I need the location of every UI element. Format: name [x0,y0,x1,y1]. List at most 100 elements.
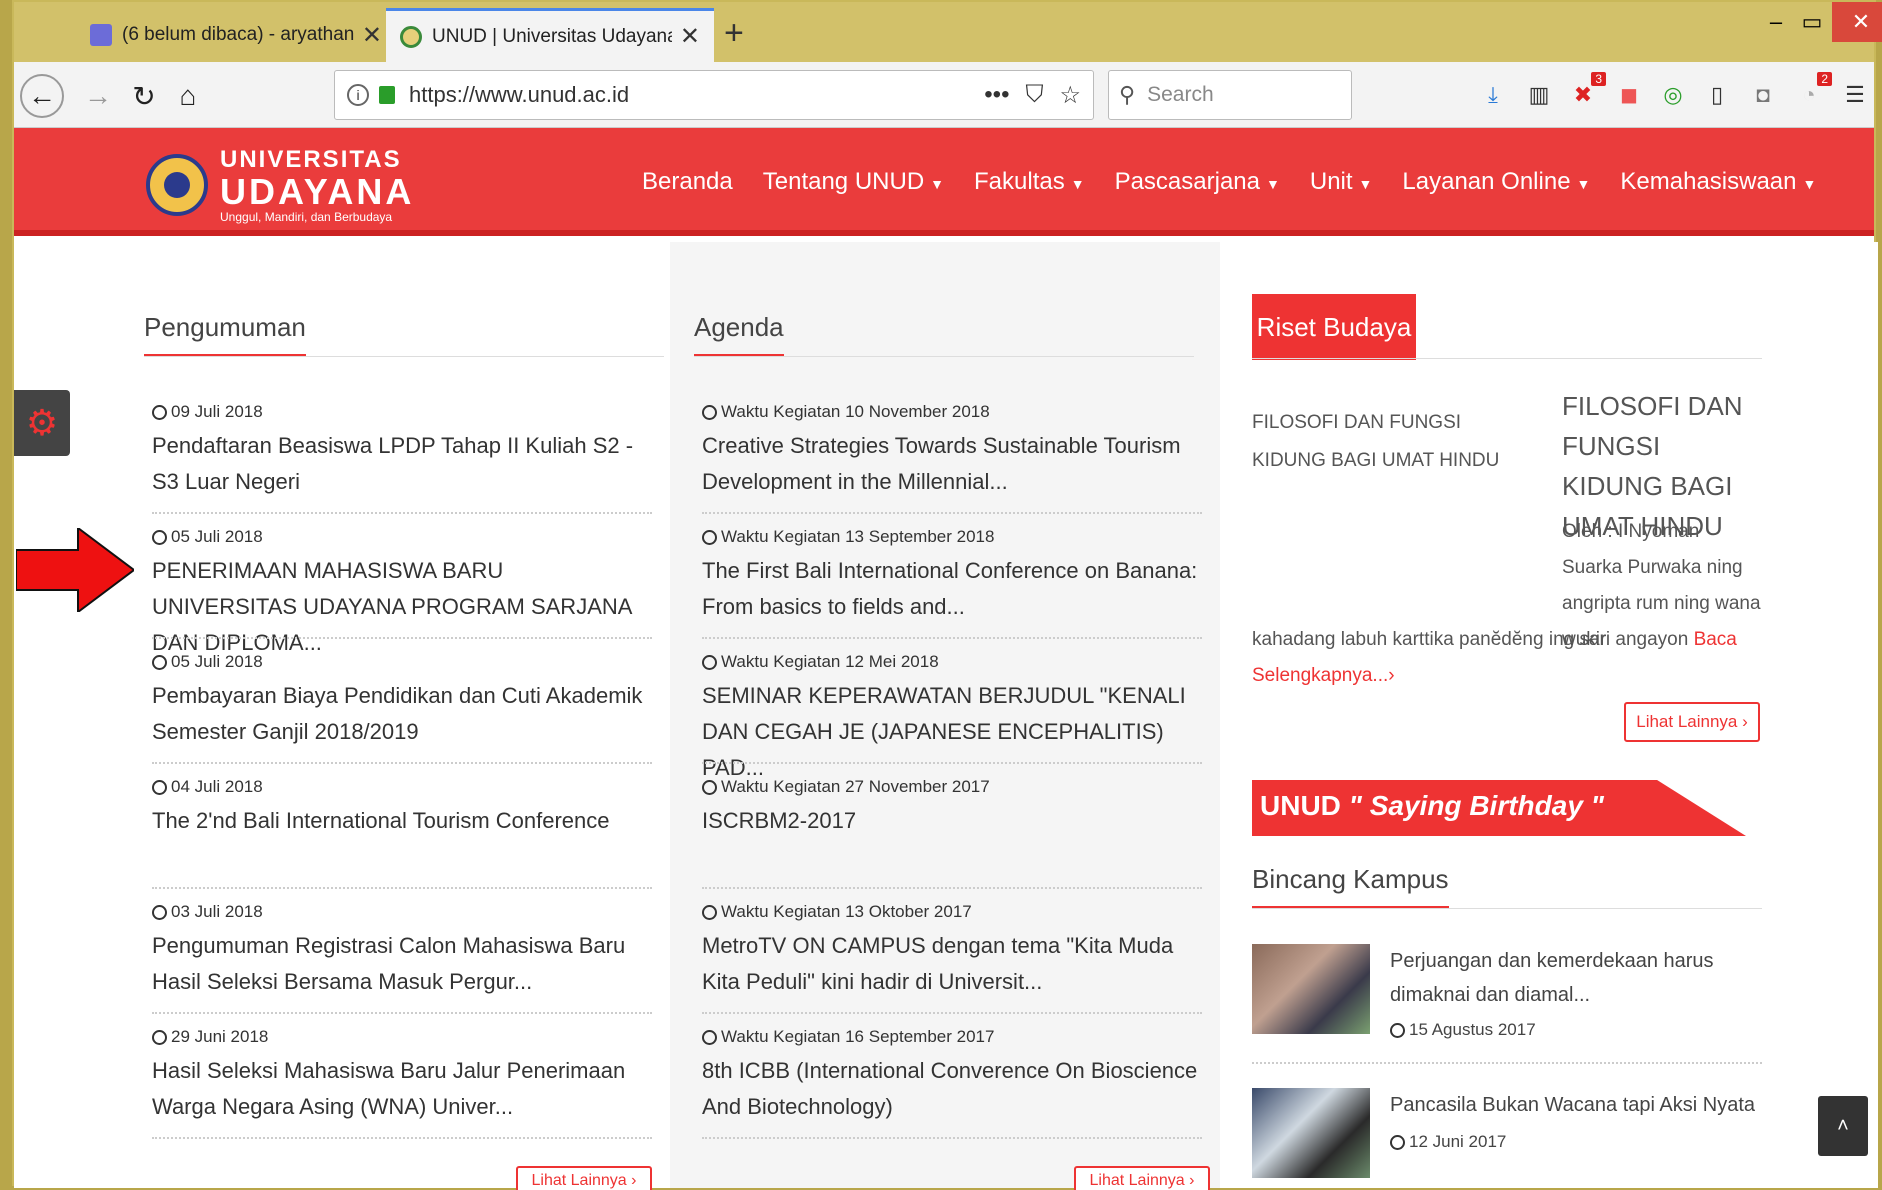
mail-icon [90,24,112,46]
settings-gear-icon[interactable]: ⚙ [14,390,70,456]
agenda-item[interactable]: Waktu Kegiatan 16 September 2017 8th ICB… [702,1027,1202,1139]
forward-button[interactable]: → [76,74,120,118]
announcement-item[interactable]: 05 Juli 2018 PENERIMAAN MAHASISWA BARU U… [152,527,652,661]
url-text[interactable]: https://www.unud.ac.id [409,82,968,108]
bincang-thumbnail[interactable] [1252,1088,1370,1178]
notification-icon[interactable]: ◔ 2 [1794,72,1832,112]
close-window-button[interactable]: ✕ [1832,2,1882,42]
download-icon[interactable]: ⤓ [1478,78,1508,112]
agenda-item[interactable]: Waktu Kegiatan 13 September 2018 The Fir… [702,527,1202,639]
item-date: 12 Juni 2017 [1409,1132,1507,1151]
caret-down-icon: ▼ [930,176,945,192]
arrow-left-icon: ← [28,80,56,111]
clock-icon [152,654,167,670]
item-title[interactable]: Hasil Seleksi Mahasiswa Baru Jalur Pener… [152,1053,652,1125]
back-button[interactable]: ← [20,74,64,118]
library-icon[interactable]: ▥ [1524,78,1554,112]
info-icon[interactable]: i [347,84,369,106]
nav-kemahasiswaan[interactable]: Kemahasiswaan ▼ [1620,168,1816,196]
agenda-item[interactable]: Waktu Kegiatan 10 November 2018 Creative… [702,402,1202,514]
tab-mail[interactable]: (6 belum dibaca) - aryathanaya ✕ [76,8,396,62]
home-icon: ⌂ [179,80,197,111]
caret-down-icon: ▼ [1070,176,1085,192]
riset-budaya-tab[interactable]: Riset Budaya [1252,294,1416,360]
bookmark-star-icon[interactable]: ☆ [1059,81,1081,110]
agenda-heading: Agenda [694,312,784,357]
item-title[interactable]: Creative Strategies Towards Sustainable … [702,428,1202,500]
item-title[interactable]: Pancasila Bukan Wacana tapi Aksi Nyata [1390,1088,1770,1122]
riset-small-title[interactable]: FILOSOFI DAN FUNGSI KIDUNG BAGI UMAT HIN… [1252,404,1522,480]
sidebar-column: Riset Budaya FILOSOFI DAN FUNGSI KIDUNG … [1220,242,1878,1188]
nav-fakultas[interactable]: Fakultas ▼ [974,168,1085,196]
nav-pascasarjana[interactable]: Pascasarjana ▼ [1115,168,1280,196]
new-tab-button[interactable]: + [724,14,744,53]
site-header: UNIVERSITAS UDAYANA Unggul, Mandiri, dan… [14,128,1874,236]
close-tab-icon[interactable]: ✕ [680,22,700,51]
birthday-italic: " Saying Birthday " [1348,790,1604,821]
item-date: 09 Juli 2018 [171,402,263,421]
home-button[interactable]: ⌂ [166,74,210,118]
announcement-item[interactable]: 03 Juli 2018 Pengumuman Registrasi Calon… [152,902,652,1014]
lock-icon[interactable] [379,86,395,104]
item-title[interactable]: Pendaftaran Beasiswa LPDP Tahap II Kulia… [152,428,652,500]
item-title[interactable]: The First Bali International Conference … [702,553,1202,625]
site-favicon-icon [400,25,422,48]
riset-excerpt-continued: kahadang labuh karttika panĕdĕng ing sar… [1252,629,1737,686]
bincang-thumbnail[interactable] [1252,944,1370,1034]
item-title[interactable]: MetroTV ON CAMPUS dengan tema "Kita Muda… [702,928,1202,1000]
agenda-item[interactable]: Waktu Kegiatan 12 Mei 2018 SEMINAR KEPER… [702,652,1202,786]
close-tab-icon[interactable]: ✕ [362,21,382,50]
site-logo[interactable]: UNIVERSITAS UDAYANA Unggul, Mandiri, dan… [146,146,414,224]
announcement-item[interactable]: 04 Juli 2018 The 2'nd Bali International… [152,777,652,889]
item-title[interactable]: PENERIMAAN MAHASISWA BARU UNIVERSITAS UD… [152,553,652,661]
item-title[interactable]: Pembayaran Biaya Pendidikan dan Cuti Aka… [152,678,652,750]
tab-unud[interactable]: UNUD | Universitas Udayana ✕ [386,8,714,62]
agenda-item[interactable]: Waktu Kegiatan 27 November 2017 ISCRBM2-… [702,777,1202,889]
address-bar[interactable]: i https://www.unud.ac.id ••• ⛉ ☆ [334,70,1094,120]
reload-button[interactable]: ↻ [122,74,166,118]
caret-down-icon: ▼ [1576,176,1591,192]
riset-more-button[interactable]: Lihat Lainnya › [1624,702,1760,742]
bincang-item[interactable]: Perjuangan dan kemerdekaan harus dimakna… [1252,944,1762,1064]
announcement-item[interactable]: 29 Juni 2018 Hasil Seleksi Mahasiswa Bar… [152,1027,652,1139]
item-title[interactable]: Perjuangan dan kemerdekaan harus dimakna… [1390,944,1770,1012]
clock-icon [702,904,717,920]
maximize-button[interactable]: ▭ [1790,2,1834,42]
agenda-item[interactable]: Waktu Kegiatan 13 Oktober 2017 MetroTV O… [702,902,1202,1014]
search-input[interactable]: ⚲ Search [1108,70,1352,120]
nav-beranda[interactable]: Beranda [642,168,733,196]
clock-icon [152,1029,167,1045]
addon-green-icon[interactable]: ◎ [1658,78,1688,112]
nav-unit[interactable]: Unit ▼ [1310,168,1373,196]
item-title[interactable]: The 2'nd Bali International Tourism Conf… [152,803,652,839]
pocket-icon[interactable]: ⛉ [1025,81,1043,109]
agenda-more-button[interactable]: Lihat Lainnya › [1074,1166,1210,1190]
bincang-item[interactable]: Pancasila Bukan Wacana tapi Aksi Nyata 1… [1252,1088,1762,1184]
sidebar-icon[interactable]: ▯ [1702,78,1732,112]
notification-badge: 2 [1817,72,1832,86]
addon-shield-icon[interactable]: ◼ [1614,78,1644,112]
search-icon: ⚲ [1119,82,1136,107]
nav-tentang-unud[interactable]: Tentang UNUD ▼ [763,168,944,196]
scroll-to-top-button[interactable]: ˄ [1818,1096,1868,1156]
pengumuman-more-button[interactable]: Lihat Lainnya › [516,1166,652,1190]
main-nav: Beranda Tentang UNUD ▼ Fakultas ▼ Pascasar… [642,168,1816,196]
caret-down-icon: ▼ [1358,176,1373,192]
item-title[interactable]: SEMINAR KEPERAWATAN BERJUDUL "KENALI DAN… [702,678,1202,786]
nav-layanan-online[interactable]: Layanan Online ▼ [1402,168,1590,196]
university-seal-icon [146,154,208,216]
item-title[interactable]: ISCRBM2-2017 [702,803,1202,839]
item-title[interactable]: Pengumuman Registrasi Calon Mahasiswa Ba… [152,928,652,1000]
tab-label: UNUD | Universitas Udayana [432,25,672,47]
addon-block-icon[interactable]: ✖ 3 [1568,72,1606,112]
page-actions-icon[interactable]: ••• [984,81,1009,109]
agenda-column: Agenda Waktu Kegiatan 10 November 2018 C… [670,242,1220,1190]
announcement-item[interactable]: 09 Juli 2018 Pendaftaran Beasiswa LPDP T… [152,402,652,514]
item-title[interactable]: 8th ICBB (International Converence On Bi… [702,1053,1202,1125]
saying-birthday-banner[interactable]: UNUD " Saying Birthday " [1252,780,1746,836]
screenshot-icon[interactable]: ◘ [1748,78,1778,112]
menu-icon[interactable]: ☰ [1840,78,1870,112]
birthday-prefix: UNUD [1260,790,1341,821]
tab-label: (6 belum dibaca) - aryathanaya [122,24,354,45]
announcement-item[interactable]: 05 Juli 2018 Pembayaran Biaya Pendidikan… [152,652,652,764]
